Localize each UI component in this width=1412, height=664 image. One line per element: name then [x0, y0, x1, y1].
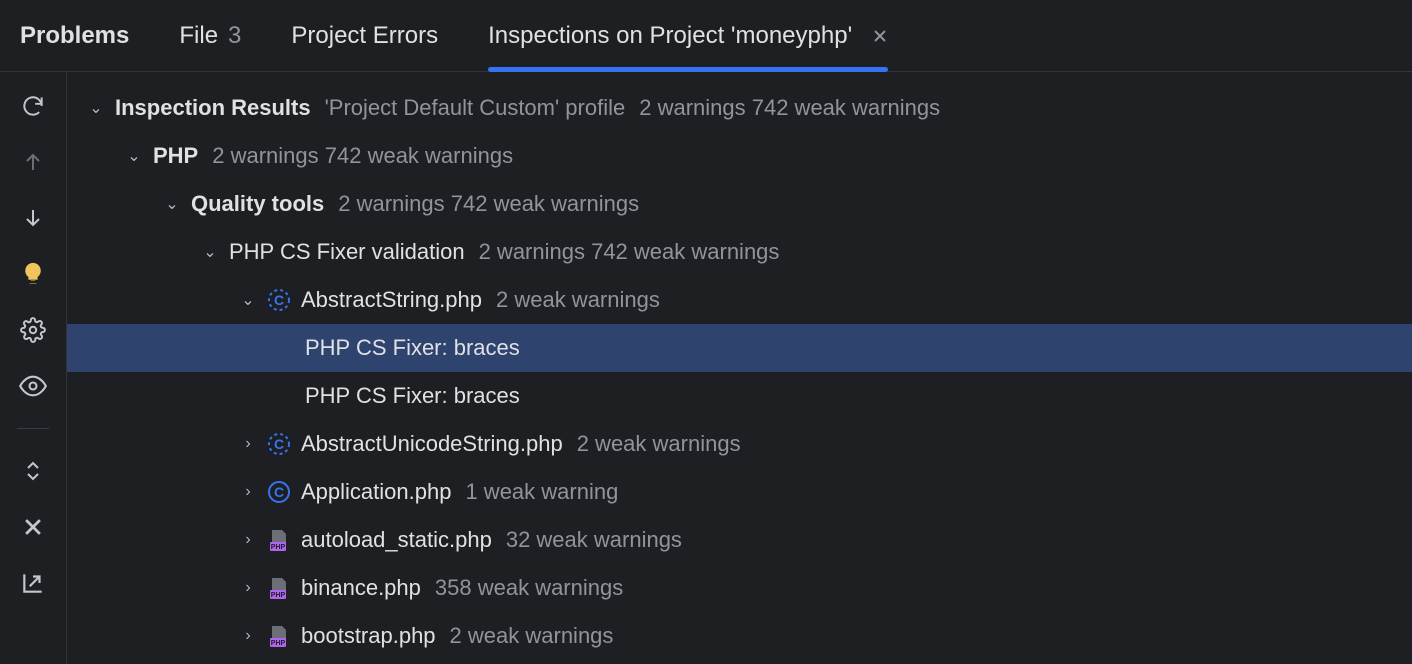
- tree-meta: 2 warnings 742 weak warnings: [639, 95, 940, 121]
- svg-text:PHP: PHP: [271, 640, 286, 647]
- php-file-icon: PHP: [267, 576, 291, 600]
- tree-issue[interactable]: ▸PHP CS Fixer: braces: [67, 372, 1412, 420]
- close-icon[interactable]: [872, 28, 888, 44]
- tab-file-label: File: [179, 22, 218, 50]
- svg-text:C: C: [274, 484, 284, 500]
- chevron-right-icon[interactable]: ›: [239, 579, 257, 597]
- svg-text:PHP: PHP: [271, 592, 286, 599]
- tree-file[interactable]: › PHP bootstrap.php 2 weak warnings: [67, 612, 1412, 660]
- chevron-down-icon[interactable]: ⌄: [125, 146, 143, 166]
- tree-node-quality[interactable]: ⌄ Quality tools 2 warnings 742 weak warnin…: [67, 180, 1412, 228]
- chevron-down-icon[interactable]: ⌄: [201, 242, 219, 262]
- inspection-tree: ⌄ Inspection Results 'Project Default Cus…: [67, 72, 1412, 664]
- expand-collapse-icon[interactable]: [19, 457, 47, 485]
- tree-meta: 2 weak warnings: [496, 287, 660, 313]
- chevron-right-icon[interactable]: ›: [239, 627, 257, 645]
- close-all-icon[interactable]: [19, 513, 47, 541]
- chevron-down-icon[interactable]: ⌄: [163, 194, 181, 214]
- chevron-down-icon[interactable]: ⌄: [239, 290, 257, 310]
- tree-label: PHP CS Fixer validation: [229, 239, 465, 265]
- php-file-icon: PHP: [267, 624, 291, 648]
- tab-file[interactable]: File 3: [179, 0, 241, 71]
- tab-project-errors-label: Project Errors: [291, 22, 438, 50]
- tree-root[interactable]: ⌄ Inspection Results 'Project Default Cus…: [67, 84, 1412, 132]
- tab-problems[interactable]: Problems: [20, 0, 129, 71]
- tree-label: PHP: [153, 143, 198, 169]
- tree-file[interactable]: › C Application.php 1 weak warning: [67, 468, 1412, 516]
- chevron-right-icon[interactable]: ›: [239, 483, 257, 501]
- tree-file-label: bootstrap.php: [301, 623, 436, 649]
- tree-meta: 358 weak warnings: [435, 575, 623, 601]
- tree-issue-label: PHP CS Fixer: braces: [305, 383, 520, 409]
- tree-node-fixer[interactable]: ⌄ PHP CS Fixer validation 2 warnings 742 w…: [67, 228, 1412, 276]
- tab-problems-label: Problems: [20, 22, 129, 50]
- tree-file[interactable]: › C AbstractUnicodeString.php 2 weak warnin…: [67, 420, 1412, 468]
- tree-meta: 2 weak warnings: [450, 623, 614, 649]
- tree-file[interactable]: › PHP autoload_static.php 32 weak warnings: [67, 516, 1412, 564]
- tab-inspections-label: Inspections on Project 'moneyphp': [488, 22, 852, 50]
- eye-icon[interactable]: [19, 372, 47, 400]
- tree-file-label: binance.php: [301, 575, 421, 601]
- tree-label: Quality tools: [191, 191, 324, 217]
- tabs-bar: Problems File 3 Project Errors Inspectio…: [0, 0, 1412, 72]
- tree-meta: 1 weak warning: [465, 479, 618, 505]
- chevron-right-icon[interactable]: ›: [239, 435, 257, 453]
- tree-meta: 2 warnings 742 weak warnings: [338, 191, 639, 217]
- export-icon[interactable]: [19, 569, 47, 597]
- tree-file-label: autoload_static.php: [301, 527, 492, 553]
- arrow-down-icon[interactable]: [19, 204, 47, 232]
- class-icon: C: [267, 288, 291, 312]
- tree-meta: 32 weak warnings: [506, 527, 682, 553]
- refresh-icon[interactable]: [19, 92, 47, 120]
- chevron-right-icon[interactable]: ›: [239, 531, 257, 549]
- tree-node-php[interactable]: ⌄ PHP 2 warnings 742 weak warnings: [67, 132, 1412, 180]
- tree-issue-label: PHP CS Fixer: braces: [305, 335, 520, 361]
- tree-file[interactable]: › PHP binance.php 358 weak warnings: [67, 564, 1412, 612]
- arrow-up-icon[interactable]: [19, 148, 47, 176]
- svg-text:C: C: [274, 292, 284, 308]
- tab-inspections[interactable]: Inspections on Project 'moneyphp': [488, 0, 888, 71]
- tree-meta: 2 warnings 742 weak warnings: [212, 143, 513, 169]
- tree-meta: 2 warnings 742 weak warnings: [479, 239, 780, 265]
- tree-meta: 'Project Default Custom' profile: [325, 95, 626, 121]
- tree-label: Inspection Results: [115, 95, 311, 121]
- bulb-icon[interactable]: [19, 260, 47, 288]
- tree-file-label: Application.php: [301, 479, 451, 505]
- tree-file-label: AbstractString.php: [301, 287, 482, 313]
- tree-meta: 2 weak warnings: [577, 431, 741, 457]
- svg-text:PHP: PHP: [271, 544, 286, 551]
- sidebar-toolbar: [0, 72, 67, 664]
- svg-text:C: C: [274, 436, 284, 452]
- chevron-down-icon[interactable]: ⌄: [87, 98, 105, 118]
- tab-file-count: 3: [228, 22, 241, 50]
- tree-file-label: AbstractUnicodeString.php: [301, 431, 563, 457]
- class-icon: C: [267, 432, 291, 456]
- gear-icon[interactable]: [19, 316, 47, 344]
- tree-issue[interactable]: ▸PHP CS Fixer: braces: [67, 324, 1412, 372]
- tab-project-errors[interactable]: Project Errors: [291, 0, 438, 71]
- tree-file[interactable]: ⌄ C AbstractString.php 2 weak warnings: [67, 276, 1412, 324]
- php-file-icon: PHP: [267, 528, 291, 552]
- sidebar-divider: [17, 428, 49, 429]
- class-icon: C: [267, 480, 291, 504]
